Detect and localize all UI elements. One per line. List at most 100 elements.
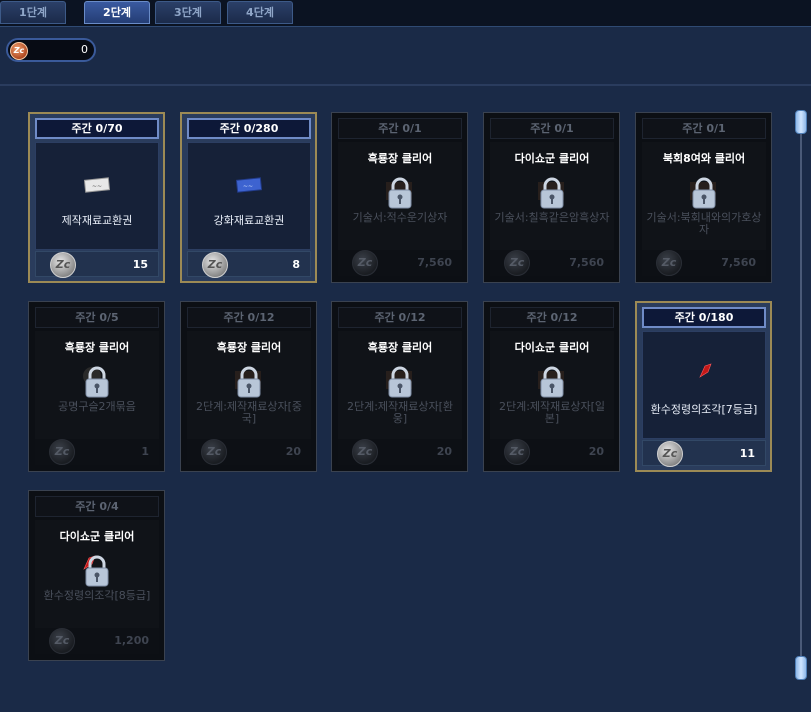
item-price: 7,560 xyxy=(721,256,756,269)
item-panel: 흑룡장 클리어 2단계:제작재료상자[중국] xyxy=(187,331,311,439)
lock-icon xyxy=(689,176,719,210)
tab-stage-2[interactable]: 2단계 xyxy=(84,1,150,24)
unlock-requirement: 다이쇼군 클리어 xyxy=(514,152,590,165)
item-panel: 다이쇼군 클리어 2단계:제작재료상자[일본] xyxy=(490,331,614,439)
shop-item-card[interactable]: 주간 0/1 다이쇼군 클리어 기술서:칠흑같은암흑상자 Zc 7,560 xyxy=(483,112,620,283)
item-price: 1 xyxy=(141,445,149,458)
unlock-requirement: 다이쇼군 클리어 xyxy=(514,341,590,354)
scroll-up-thumb[interactable] xyxy=(795,110,807,134)
item-price: 8 xyxy=(292,258,300,271)
lock-icon xyxy=(385,365,415,399)
unlock-requirement: 흑룡장 클리어 xyxy=(367,152,433,165)
shop-item-card[interactable]: 주간 0/70 ~~ 제작재료교환권 Zc 15 xyxy=(28,112,165,283)
item-panel: 흑룡장 클리어공명구슬2개묶음 xyxy=(35,331,159,439)
lock-icon xyxy=(385,176,415,210)
currency-amount: 0 xyxy=(81,43,88,56)
price-bar: Zc 20 xyxy=(490,439,614,465)
scroll-down-thumb[interactable] xyxy=(795,656,807,680)
price-bar: Zc 1 xyxy=(35,439,159,465)
item-name: 강화재료교환권 xyxy=(213,214,285,227)
shop-item-card[interactable]: 주간 0/180 환수정령의조각[7등급] Zc 11 xyxy=(635,301,772,472)
item-price: 20 xyxy=(285,445,301,458)
item-name: 기술서:북회내와의가호상자 xyxy=(646,211,762,236)
coin-icon: Zc xyxy=(10,42,28,60)
item-name: 기술서:적수운기상자 xyxy=(352,211,448,224)
item-panel: ~~ 강화재료교환권 xyxy=(187,142,311,250)
item-price: 20 xyxy=(436,445,452,458)
weekly-limit-label: 주간 0/12 xyxy=(187,307,311,328)
scrollbar[interactable] xyxy=(795,110,807,680)
tab-bar: 1단계 2단계 3단계 4단계 xyxy=(0,0,811,27)
price-bar: Zc 8 xyxy=(187,251,311,278)
unlock-requirement: 흑룡장 클리어 xyxy=(216,341,282,354)
item-price: 15 xyxy=(132,258,148,271)
silver-coin-icon: Zc xyxy=(49,439,75,465)
item-price: 20 xyxy=(588,445,604,458)
shop-item-card[interactable]: 주간 0/1 흑룡장 클리어 기술서:적수운기상자 Zc 7,560 xyxy=(331,112,468,283)
silver-coin-icon: Zc xyxy=(202,252,228,278)
item-name: 기술서:칠흑같은암흑상자 xyxy=(494,211,610,224)
price-bar: Zc 7,560 xyxy=(490,250,614,276)
item-name: 2단계:제작재료상자[환웅] xyxy=(346,400,454,425)
lock-icon xyxy=(537,176,567,210)
silver-coin-icon: Zc xyxy=(657,441,683,467)
item-panel: 다이쇼군 클리어기술서:칠흑같은암흑상자 xyxy=(490,142,614,250)
item-price: 1,200 xyxy=(114,634,149,647)
weekly-limit-label: 주간 0/12 xyxy=(490,307,614,328)
item-name: 2단계:제작재료상자[일본] xyxy=(498,400,606,425)
lock-icon xyxy=(537,365,567,399)
weekly-limit-label: 주간 0/4 xyxy=(35,496,159,517)
weekly-limit-label: 주간 0/1 xyxy=(642,118,766,139)
silver-coin-icon: Zc xyxy=(656,250,682,276)
item-panel: 다이쇼군 클리어환수정령의조각[8등급] xyxy=(35,520,159,628)
red-shard-icon xyxy=(697,362,715,384)
item-panel: 흑룡장 클리어기술서:적수운기상자 xyxy=(338,142,462,250)
shop-item-card[interactable]: 주간 0/12 흑룡장 클리어 2단계:제작재료상자[중국] Zc 20 xyxy=(180,301,317,472)
weekly-limit-label: 주간 0/180 xyxy=(642,307,766,328)
item-price: 7,560 xyxy=(417,256,452,269)
price-bar: Zc 20 xyxy=(338,439,462,465)
silver-coin-icon: Zc xyxy=(201,439,227,465)
tab-stage-1[interactable]: 1단계 xyxy=(0,1,66,24)
price-bar: Zc 1,200 xyxy=(35,628,159,654)
shop-item-card[interactable]: 주간 0/12 흑룡장 클리어 2단계:제작재료상자[환웅] Zc 20 xyxy=(331,301,468,472)
item-name: 2단계:제작재료상자[중국] xyxy=(195,400,303,425)
lock-icon xyxy=(82,365,112,399)
currency-display: Zc 0 xyxy=(6,38,96,62)
item-panel: 흑룡장 클리어 2단계:제작재료상자[환웅] xyxy=(338,331,462,439)
svg-text:~~: ~~ xyxy=(92,183,102,190)
price-bar: Zc 20 xyxy=(187,439,311,465)
scroll-track xyxy=(800,118,802,672)
silver-coin-icon: Zc xyxy=(504,250,530,276)
silver-coin-icon: Zc xyxy=(504,439,530,465)
weekly-limit-label: 주간 0/280 xyxy=(187,118,311,139)
shop-item-card[interactable]: 주간 0/5 흑룡장 클리어 공명구슬2개묶음 Zc 1 xyxy=(28,301,165,472)
weekly-limit-label: 주간 0/5 xyxy=(35,307,159,328)
weekly-limit-label: 주간 0/1 xyxy=(338,118,462,139)
item-panel: ~~ 제작재료교환권 xyxy=(35,142,159,250)
item-panel: 북회8여와 클리어 기술서:북회내와의가호상자 xyxy=(642,142,766,250)
unlock-requirement: 흑룡장 클리어 xyxy=(64,341,130,354)
divider xyxy=(0,84,811,86)
unlock-requirement: 흑룡장 클리어 xyxy=(367,341,433,354)
item-name: 공명구슬2개묶음 xyxy=(58,400,136,413)
lock-icon xyxy=(234,365,264,399)
price-bar: Zc 7,560 xyxy=(642,250,766,276)
tab-stage-4[interactable]: 4단계 xyxy=(227,1,293,24)
item-name: 환수정령의조각[8등급] xyxy=(43,589,151,602)
shop-item-card[interactable]: 주간 0/12 다이쇼군 클리어 2단계:제작재료상자[일본] Zc 20 xyxy=(483,301,620,472)
weekly-limit-label: 주간 0/12 xyxy=(338,307,462,328)
silver-coin-icon: Zc xyxy=(352,439,378,465)
silver-coin-icon: Zc xyxy=(352,250,378,276)
shop-item-card[interactable]: 주간 0/280 ~~ 강화재료교환권 Zc 8 xyxy=(180,112,317,283)
blue-ticket-icon: ~~ xyxy=(235,177,263,197)
unlock-requirement: 다이쇼군 클리어 xyxy=(59,530,135,543)
svg-text:~~: ~~ xyxy=(243,183,253,190)
shop-item-card[interactable]: 주간 0/4 다이쇼군 클리어 환수정령의조각[8등급] Zc 1,200 xyxy=(28,490,165,661)
ticket-icon: ~~ xyxy=(83,177,111,197)
item-price: 7,560 xyxy=(569,256,604,269)
tab-stage-3[interactable]: 3단계 xyxy=(155,1,221,24)
item-name: 환수정령의조각[7등급] xyxy=(650,403,758,416)
price-bar: Zc 11 xyxy=(642,440,766,467)
shop-item-card[interactable]: 주간 0/1 북회8여와 클리어 기술서:북회내와의가호상자 Zc 7,560 xyxy=(635,112,772,283)
